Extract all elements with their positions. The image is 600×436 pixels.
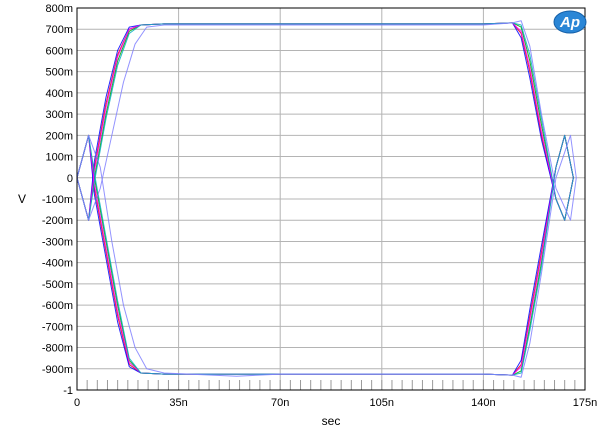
- y-tick-label: -200m: [42, 215, 73, 227]
- y-tick-label: -300m: [42, 236, 73, 248]
- x-tick-label: 105n: [370, 397, 394, 409]
- y-tick-label: -400m: [42, 258, 73, 270]
- y-axis-label: V: [18, 192, 26, 206]
- x-tick-label: 140n: [471, 397, 495, 409]
- y-tick-label: 500m: [45, 67, 73, 79]
- y-tick-label: -600m: [42, 300, 73, 312]
- chart: 800m 700m 600m 500m 400m 300m 200m 100m 0 -100m -2…: [18, 3, 597, 428]
- y-tick-label: 100m: [45, 152, 73, 164]
- y-tick-label: 200m: [45, 130, 73, 142]
- x-tick-label: 70n: [271, 397, 289, 409]
- y-tick-label: 700m: [45, 24, 73, 36]
- y-tick-label: -500m: [42, 279, 73, 291]
- x-tick-labels: 0 35n 70n 105n 140n 175n: [74, 397, 597, 409]
- ap-logo: Ap: [553, 10, 587, 34]
- y-tick-label: 400m: [45, 88, 73, 100]
- y-tick-label: 600m: [45, 45, 73, 57]
- x-axis-label: sec: [322, 414, 341, 428]
- y-tick-label: -700m: [42, 321, 73, 333]
- y-tick-label: 0: [67, 173, 73, 185]
- y-tick-label: 300m: [45, 109, 73, 121]
- y-tick-label: -900m: [42, 364, 73, 376]
- y-tick-label: 800m: [45, 3, 73, 15]
- y-tick-label: -1: [63, 385, 73, 397]
- x-tick-label: 35n: [169, 397, 187, 409]
- y-tick-label: -800m: [42, 343, 73, 355]
- y-tick-label: -100m: [42, 194, 73, 206]
- x-tick-label: 0: [74, 397, 80, 409]
- y-tick-labels: 800m 700m 600m 500m 400m 300m 200m 100m 0 -100m -2…: [42, 3, 73, 397]
- x-tick-label: 175n: [573, 397, 597, 409]
- ap-logo-text: Ap: [559, 14, 580, 31]
